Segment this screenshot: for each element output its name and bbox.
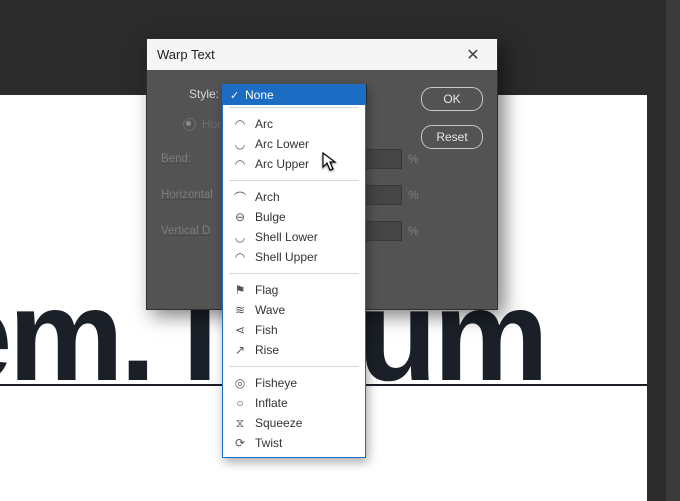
dropdown-item-inflate[interactable]: ○ Inflate [223,393,365,413]
vdist-label: Vertical D [161,225,229,237]
dropdown-item-fisheye[interactable]: ◎ Fisheye [223,373,365,393]
ok-label: OK [443,92,460,106]
warp-icon: ◠ [233,117,247,131]
dropdown-item-flag[interactable]: ⚑ Flag [223,280,365,300]
warp-icon: ◡ [233,230,247,244]
dropdown-group: ◠ Arc ◡ Arc Lower ◠ Arc Upper [223,110,365,178]
dropdown-item-label: Shell Lower [255,230,318,244]
dropdown-item-label: Fish [255,323,278,337]
dropdown-item-arc[interactable]: ◠ Arc [223,114,365,134]
dropdown-item-label: Fisheye [255,376,297,390]
dropdown-item-bulge[interactable]: ⊖ Bulge [223,207,365,227]
dropdown-item-label: Arc [255,117,273,131]
dropdown-item-label: Wave [255,303,285,317]
warp-icon: ○ [233,396,247,410]
dropdown-group: ◎ Fisheye ○ Inflate ⧖ Squeeze ⟳ Twist [223,369,365,457]
warp-icon: ◠ [233,157,247,171]
dropdown-item-none[interactable]: None [223,85,365,105]
close-icon[interactable]: ✕ [459,45,487,65]
dialog-title: Warp Text [157,47,215,62]
dropdown-item-label: Bulge [255,210,286,224]
warp-icon: ⋖ [233,323,247,337]
dropdown-item-squeeze[interactable]: ⧖ Squeeze [223,413,365,433]
dropdown-separator [229,273,359,274]
warp-icon: ◎ [233,376,247,390]
ok-button[interactable]: OK [421,87,483,111]
dropdown-separator [229,107,359,108]
dropdown-item-shell-lower[interactable]: ◡ Shell Lower [223,227,365,247]
dropdown-item-label: Twist [255,436,282,450]
reset-button[interactable]: Reset [421,125,483,149]
warp-icon: ⌒ [233,189,247,206]
dropdown-separator [229,366,359,367]
pct-label: % [408,152,419,166]
radio-icon [183,118,196,131]
dropdown-item-label: Shell Upper [255,250,318,264]
scrollbar-vertical[interactable] [666,0,680,501]
pct-label: % [408,224,419,238]
canvas-text-left: em [0,262,120,408]
dropdown-separator [229,180,359,181]
dropdown-item-rise[interactable]: ↗ Rise [223,340,365,360]
dropdown-item-arc-upper[interactable]: ◠ Arc Upper [223,154,365,174]
dropdown-item-wave[interactable]: ≋ Wave [223,300,365,320]
dropdown-item-arch[interactable]: ⌒ Arch [223,187,365,207]
dropdown-item-label: Flag [255,283,278,297]
warp-icon: ◠ [233,250,247,264]
warp-icon: ↗ [233,343,247,357]
dropdown-item-label: Inflate [255,396,288,410]
warp-icon: ⊖ [233,210,247,224]
dropdown-group: ⌒ Arch ⊖ Bulge ◡ Shell Lower ◠ Shell Upper [223,183,365,271]
dropdown-group: ⚑ Flag ≋ Wave ⋖ Fish ↗ Rise [223,276,365,364]
dropdown-item-label: Squeeze [255,416,302,430]
warp-icon: ⚑ [233,283,247,297]
dropdown-item-label: Arch [255,190,280,204]
warp-icon: ⟳ [233,436,247,450]
dropdown-item-twist[interactable]: ⟳ Twist [223,433,365,453]
dropdown-item-shell-upper[interactable]: ◠ Shell Upper [223,247,365,267]
bend-label: Bend: [161,153,229,165]
warp-icon: ⧖ [233,416,247,431]
dropdown-item-arc-lower[interactable]: ◡ Arc Lower [223,134,365,154]
dropdown-item-label: None [245,88,274,102]
dropdown-item-label: Arc Upper [255,157,309,171]
warp-icon: ≋ [233,303,247,317]
reset-label: Reset [436,130,467,144]
style-dropdown[interactable]: None ◠ Arc ◡ Arc Lower ◠ Arc Upper ⌒ Arch ⊖ B… [222,84,366,458]
dropdown-item-label: Rise [255,343,279,357]
warp-icon: ◡ [233,137,247,151]
hdist-label: Horizontal [161,189,229,201]
pct-label: % [408,188,419,202]
dropdown-item-fish[interactable]: ⋖ Fish [223,320,365,340]
style-label: Style: [161,87,225,101]
dropdown-item-label: Arc Lower [255,137,309,151]
dialog-titlebar[interactable]: Warp Text ✕ [147,39,497,70]
